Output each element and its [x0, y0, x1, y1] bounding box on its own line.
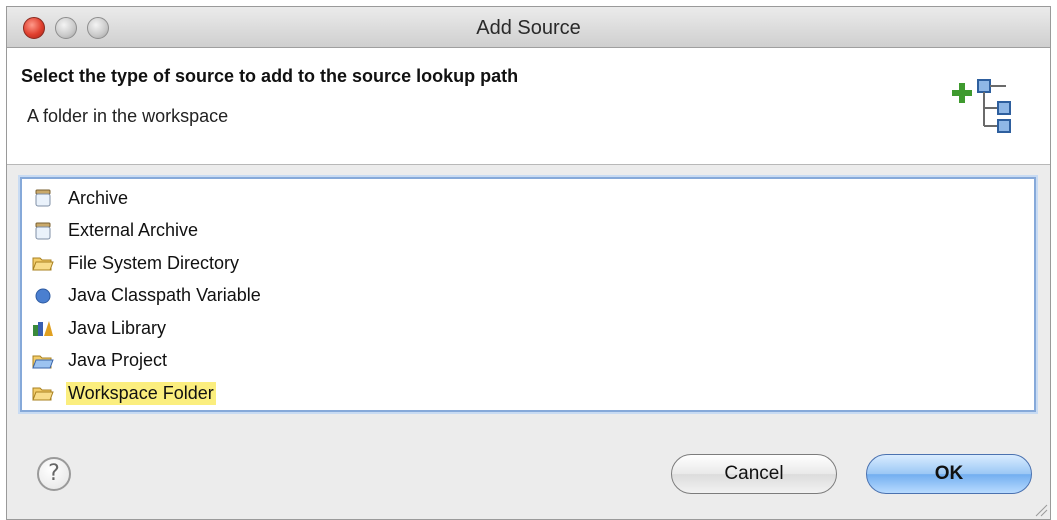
ok-button[interactable]: OK	[866, 454, 1032, 494]
add-source-dialog: Add Source Select the type of source to …	[6, 6, 1051, 520]
java-project-icon	[32, 355, 54, 369]
folder-open-icon	[32, 257, 54, 271]
jar-icon	[35, 189, 51, 207]
add-source-tree-icon	[952, 79, 1011, 133]
list-item-label: External Archive	[68, 220, 199, 241]
cancel-button[interactable]: Cancel	[671, 454, 837, 494]
library-icon	[33, 321, 53, 337]
header-description: A folder in the workspace	[27, 106, 229, 126]
list-item-label: File System Directory	[68, 252, 240, 273]
dialog-header: Select the type of source to add to the …	[7, 48, 1050, 165]
list-item-label: Java Project	[68, 350, 168, 371]
window-title: Add Source	[476, 17, 581, 39]
help-button[interactable]: ?	[37, 457, 71, 491]
resize-grip-icon[interactable]	[1034, 503, 1048, 517]
list-item-label: Java Library	[68, 317, 167, 338]
list-item-external-archive[interactable]: External Archive	[22, 215, 1034, 248]
jar-icon	[35, 222, 51, 240]
list-item-java-project[interactable]: Java Project	[22, 345, 1034, 378]
blue-dot-icon	[35, 288, 51, 304]
list-item-java-library[interactable]: Java Library	[22, 312, 1034, 345]
list-item-workspace-folder[interactable]: Workspace Folder	[22, 377, 1034, 410]
list-item-archive[interactable]: Archive	[22, 182, 1034, 215]
list-item-label: Workspace Folder	[66, 381, 216, 405]
list-item-java-classpath-variable[interactable]: Java Classpath Variable	[22, 280, 1034, 313]
list-item-label: Archive	[68, 187, 129, 208]
folder-open-icon	[32, 387, 54, 401]
list-item-file-system-directory[interactable]: File System Directory	[22, 247, 1034, 280]
list-item-label: Java Classpath Variable	[68, 285, 261, 306]
title-bar: Add Source	[7, 7, 1050, 48]
header-title: Select the type of source to add to the …	[21, 66, 519, 86]
source-type-list[interactable]: Archive External Archive File System Dir…	[20, 177, 1036, 412]
